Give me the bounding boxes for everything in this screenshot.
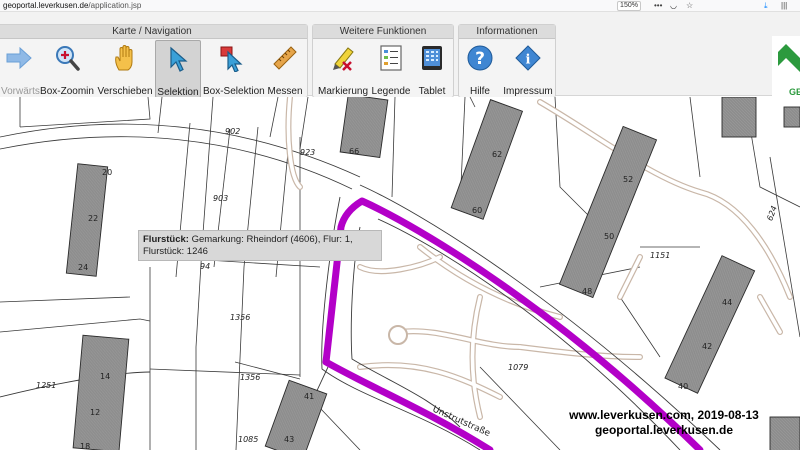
toolbar: Karte / Navigation Vorwärts Box-Zoomin V… <box>0 12 800 104</box>
help-icon: ? <box>467 45 493 71</box>
group-title: Informationen <box>459 25 555 39</box>
tablet-button[interactable]: Tablet <box>413 40 451 98</box>
url-text[interactable]: geoportal.leverkusen.de/application.jsp <box>3 0 141 11</box>
download-icon[interactable]: ⤓ <box>764 0 768 11</box>
zoom-in-icon <box>56 46 80 71</box>
legend-button[interactable]: Legende <box>371 40 411 98</box>
credit-line-1: www.leverkusen.com, 2019-08-13 <box>569 408 759 422</box>
house-number: 48 <box>582 287 592 296</box>
parcel-label: 1251 <box>36 381 56 390</box>
group-title: Karte / Navigation <box>0 25 307 39</box>
parcel-label: 94 <box>200 262 210 271</box>
marker-pen-icon <box>333 47 354 71</box>
ruler-icon <box>273 46 297 70</box>
select-cursor-icon <box>170 46 188 72</box>
legend-icon <box>380 45 402 71</box>
library-icon[interactable]: ||| <box>781 0 787 11</box>
forward-button[interactable]: Vorwärts <box>1 40 40 98</box>
help-button[interactable]: ? Hilfe <box>463 40 497 98</box>
house-number: 40 <box>678 382 688 391</box>
group-further-functions: Weitere Funktionen Markierung Legende Ta… <box>312 24 454 98</box>
house-number: 62 <box>492 150 502 159</box>
svg-text:i: i <box>526 53 531 68</box>
browser-url-bar[interactable]: geoportal.leverkusen.de/application.jsp … <box>0 0 800 12</box>
house-number: 50 <box>604 232 614 241</box>
pocket-icon[interactable]: ◡ <box>670 0 677 11</box>
parcel-label: 1356 <box>230 313 250 322</box>
source-credit: www.leverkusen.com, 2019-08-13 geoportal… <box>530 408 798 438</box>
house-number: 60 <box>472 206 482 215</box>
parcel-label: 903 <box>213 194 228 203</box>
logo-text: GE <box>789 87 800 97</box>
bookmark-star-icon[interactable]: ☆ <box>686 0 693 11</box>
box-selection-button[interactable]: Box-Selektion <box>203 40 265 98</box>
measure-button[interactable]: Messen <box>263 40 307 98</box>
box-zoomin-button[interactable]: Box-Zoomin <box>39 40 95 98</box>
parcel-label: 1079 <box>508 363 528 372</box>
logo-arrow-icon <box>778 44 800 72</box>
house-number: 22 <box>88 214 98 223</box>
house-number: 20 <box>102 168 112 177</box>
url-host: geoportal.leverkusen.de <box>3 1 89 10</box>
parcel-label: 1151 <box>650 251 670 260</box>
screenshot-root: geoportal.leverkusen.de/application.jsp … <box>0 0 800 450</box>
info-icon: i <box>515 45 541 71</box>
tablet-icon <box>422 46 442 70</box>
selection-button[interactable]: Selektion <box>155 40 201 98</box>
svg-text:?: ? <box>475 49 485 69</box>
parcel-label: 624 <box>765 205 779 222</box>
house-number: 24 <box>78 263 88 272</box>
group-title: Weitere Funktionen <box>313 25 453 39</box>
url-path: /application.jsp <box>88 1 142 10</box>
parcel-label: 923 <box>300 148 315 157</box>
more-icon[interactable]: ••• <box>654 0 662 11</box>
group-information: Informationen ? Hilfe i Impressum <box>458 24 556 98</box>
house-number: 41 <box>304 392 314 401</box>
house-number: 42 <box>702 342 712 351</box>
zoom-level-badge[interactable]: 150% <box>617 1 641 11</box>
pan-button[interactable]: Verschieben <box>97 40 153 98</box>
house-number: 18 <box>80 442 90 450</box>
house-number: 44 <box>722 298 732 307</box>
parcel-label: 902 <box>225 127 240 136</box>
box-select-icon <box>220 46 243 72</box>
parcel-label: 1085 <box>238 435 258 444</box>
parcel-info-tooltip: Flurstück: Gemarkung: Rheindorf (4606), … <box>138 230 382 261</box>
parcel-label: 1356 <box>240 373 260 382</box>
credit-line-2: geoportal.leverkusen.de <box>594 423 734 437</box>
marking-button[interactable]: Markierung <box>317 40 369 98</box>
arrow-right-icon <box>6 46 32 70</box>
house-number: 43 <box>284 435 294 444</box>
map-drawing: Unstrutstraße 902 923 903 94 1356 1356 1… <box>0 97 800 450</box>
house-number: 66 <box>349 147 359 156</box>
map-canvas[interactable]: Unstrutstraße 902 923 903 94 1356 1356 1… <box>0 97 800 450</box>
imprint-button[interactable]: i Impressum <box>501 40 555 98</box>
roundabout-plaza <box>388 325 408 345</box>
house-number: 14 <box>100 372 110 381</box>
house-number: 12 <box>90 408 100 417</box>
pan-hand-icon <box>115 45 133 71</box>
tooltip-label: Flurstück: <box>143 234 189 245</box>
house-number: 52 <box>623 175 633 184</box>
group-navigation: Karte / Navigation Vorwärts Box-Zoomin V… <box>0 24 308 98</box>
